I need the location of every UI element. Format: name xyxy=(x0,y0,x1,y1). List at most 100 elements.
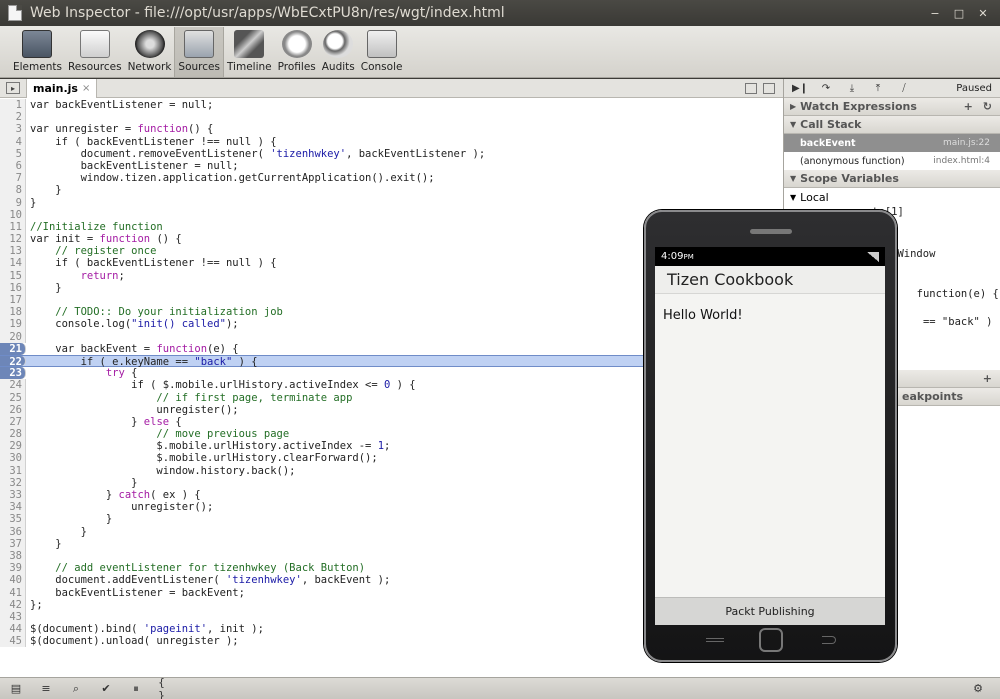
line-number[interactable]: 44 xyxy=(0,623,26,636)
code-line[interactable]: 8 } xyxy=(0,184,783,197)
breakpoint-marker[interactable]: 21 xyxy=(0,342,26,355)
line-number[interactable]: 3 xyxy=(0,123,26,136)
code-line[interactable]: 5 document.removeEventListener( 'tizenhw… xyxy=(0,147,783,160)
step-over-icon[interactable]: ↷ xyxy=(818,81,834,95)
line-number[interactable]: 9 xyxy=(0,196,26,209)
pause-on-exceptions-icon[interactable]: ⏸ xyxy=(128,682,144,696)
line-number[interactable]: 35 xyxy=(0,513,26,526)
tab-network[interactable]: Network xyxy=(125,27,175,77)
line-number[interactable]: 11 xyxy=(0,220,26,234)
maximize-button[interactable]: □ xyxy=(950,4,968,22)
line-number[interactable]: 38 xyxy=(0,549,26,563)
code-line[interactable]: 1 var backEventListener = null; xyxy=(0,99,783,112)
line-number[interactable]: 24 xyxy=(0,379,26,392)
menu-key-icon[interactable] xyxy=(706,638,724,642)
line-number[interactable]: 10 xyxy=(0,208,26,221)
pretty-print-icon[interactable]: { } xyxy=(158,676,174,699)
code-line[interactable]: 9} xyxy=(0,196,783,209)
line-number[interactable]: 5 xyxy=(0,147,26,160)
line-number[interactable]: 43 xyxy=(0,610,26,624)
breakpoint-marker[interactable]: 22 xyxy=(0,355,26,368)
code-line[interactable]: 7 window.tizen.application.getCurrentApp… xyxy=(0,172,783,185)
line-number[interactable]: 7 xyxy=(0,172,26,185)
line-number[interactable]: 31 xyxy=(0,464,26,477)
line-number[interactable]: 27 xyxy=(0,415,26,429)
local-scope-label: Local xyxy=(800,190,829,204)
line-number[interactable]: 16 xyxy=(0,281,26,294)
line-number[interactable]: 33 xyxy=(0,489,26,502)
code-line[interactable]: 2 xyxy=(0,111,783,124)
step-out-icon[interactable]: ⤒ xyxy=(870,81,886,95)
resume-icon[interactable]: ▶❙ xyxy=(792,81,808,95)
line-number[interactable]: 13 xyxy=(0,245,26,258)
minimize-button[interactable]: − xyxy=(926,4,944,22)
split-view-icon[interactable] xyxy=(763,82,775,94)
tab-audits[interactable]: Audits xyxy=(319,27,358,77)
call-stack-header[interactable]: ▼ Call Stack xyxy=(784,116,1000,134)
add-icon[interactable]: + xyxy=(983,372,992,385)
line-number[interactable]: 15 xyxy=(0,269,26,282)
line-number[interactable]: 45 xyxy=(0,635,26,648)
line-number[interactable]: 14 xyxy=(0,257,26,270)
home-button[interactable] xyxy=(759,628,783,652)
search-icon[interactable]: ⌕ xyxy=(68,682,84,696)
step-into-icon[interactable]: ⤓ xyxy=(844,81,860,95)
inspect-icon[interactable]: ✔ xyxy=(98,682,114,696)
line-number[interactable]: 29 xyxy=(0,440,26,453)
close-tab-icon[interactable]: × xyxy=(82,83,90,94)
call-frame[interactable]: (anonymous function) index.html:4 xyxy=(784,152,1000,170)
add-icon[interactable]: + xyxy=(964,100,973,113)
tab-profiles[interactable]: Profiles xyxy=(275,27,319,77)
refresh-icon[interactable]: ↻ xyxy=(983,100,992,113)
line-number[interactable]: 18 xyxy=(0,306,26,319)
line-number[interactable]: 17 xyxy=(0,294,26,307)
window-controls: − □ ✕ xyxy=(926,4,992,22)
navigator-toggle-icon[interactable]: ▸ xyxy=(6,82,20,94)
file-tab-main-js[interactable]: main.js × xyxy=(26,78,98,98)
line-number[interactable]: 41 xyxy=(0,586,26,599)
line-number[interactable]: 6 xyxy=(0,159,26,173)
tab-elements[interactable]: Elements xyxy=(10,27,65,77)
tab-resources[interactable]: Resources xyxy=(65,27,125,77)
back-key-icon[interactable] xyxy=(822,636,836,644)
line-number[interactable]: 36 xyxy=(0,525,26,538)
line-number[interactable]: 26 xyxy=(0,403,26,416)
show-console-icon[interactable]: ≡ xyxy=(38,682,54,696)
line-number[interactable]: 28 xyxy=(0,428,26,441)
line-number[interactable]: 2 xyxy=(0,111,26,124)
editor-tabstrip: ▸ main.js × xyxy=(0,78,783,98)
breakpoint-marker[interactable]: 23 xyxy=(0,367,26,380)
local-scope[interactable]: ▼ Local xyxy=(784,188,1000,206)
tab-console[interactable]: Console xyxy=(358,27,406,77)
pretty-print-icon[interactable] xyxy=(745,82,757,94)
line-number[interactable]: 1 xyxy=(0,99,26,112)
line-number[interactable]: 12 xyxy=(0,233,26,246)
line-number[interactable]: 4 xyxy=(0,135,26,148)
line-number[interactable]: 19 xyxy=(0,318,26,331)
line-number[interactable]: 8 xyxy=(0,184,26,197)
line-number[interactable]: 34 xyxy=(0,501,26,514)
code-text: window.tizen.application.getCurrentAppli… xyxy=(30,172,435,185)
line-number[interactable]: 42 xyxy=(0,598,26,611)
deactivate-breakpoints-icon[interactable]: ⧸ xyxy=(896,81,912,95)
call-frame[interactable]: backEvent main.js:22 xyxy=(784,134,1000,152)
line-number[interactable]: 39 xyxy=(0,562,26,575)
line-number[interactable]: 20 xyxy=(0,330,26,343)
watch-expressions-header[interactable]: ▶ Watch Expressions + ↻ xyxy=(784,98,1000,116)
line-number[interactable]: 25 xyxy=(0,391,26,404)
code-line[interactable]: 3 var unregister = function() { xyxy=(0,123,783,136)
tab-sources[interactable]: Sources xyxy=(174,27,224,77)
line-number[interactable]: 32 xyxy=(0,476,26,489)
call-frame-name: backEvent xyxy=(800,137,856,149)
tab-timeline[interactable]: Timeline xyxy=(224,27,275,77)
code-line[interactable]: 4 if ( backEventListener !== null ) { xyxy=(0,135,783,148)
close-button[interactable]: ✕ xyxy=(974,4,992,22)
scope-variables-header[interactable]: ▼ Scope Variables xyxy=(784,170,1000,188)
line-number[interactable]: 30 xyxy=(0,452,26,465)
gear-icon[interactable]: ⚙ xyxy=(970,682,986,696)
code-line[interactable]: 6 backEventListener = null; xyxy=(0,159,783,173)
line-number[interactable]: 40 xyxy=(0,574,26,587)
line-number[interactable]: 37 xyxy=(0,537,26,550)
dock-icon[interactable]: ▤ xyxy=(8,682,24,696)
